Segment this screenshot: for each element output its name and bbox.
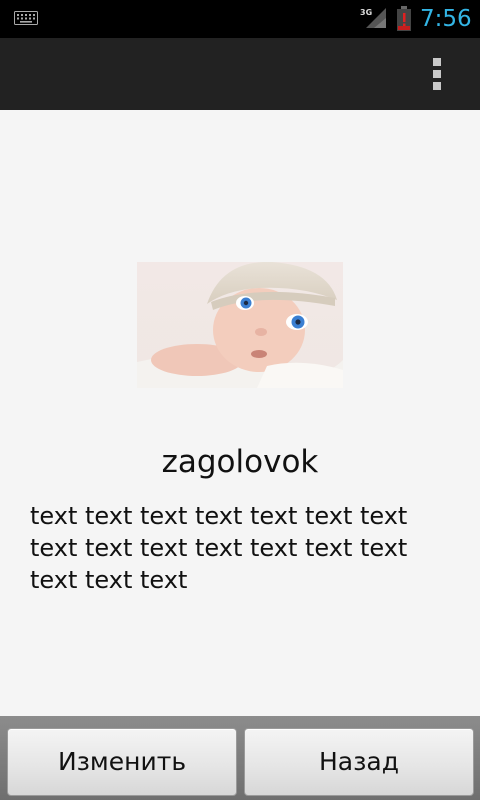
keyboard-icon bbox=[14, 11, 38, 25]
status-bar: 3G 7:56 bbox=[0, 0, 480, 38]
status-clock: 7:56 bbox=[420, 6, 472, 32]
overflow-menu-icon[interactable] bbox=[424, 56, 452, 92]
signal-icon: 3G bbox=[360, 8, 386, 28]
baby-photo bbox=[137, 262, 343, 388]
bottom-button-bar: Изменить Назад bbox=[0, 716, 480, 800]
edit-button[interactable]: Изменить bbox=[7, 728, 237, 796]
body-text: text text text text text text text text … bbox=[30, 502, 408, 594]
content-area: zagolovok text text text text text text … bbox=[0, 110, 480, 716]
page-title: zagolovok bbox=[161, 444, 319, 480]
action-bar bbox=[0, 38, 480, 110]
back-button[interactable]: Назад bbox=[244, 728, 474, 796]
network-type-label: 3G bbox=[360, 8, 372, 17]
battery-icon bbox=[397, 6, 411, 31]
